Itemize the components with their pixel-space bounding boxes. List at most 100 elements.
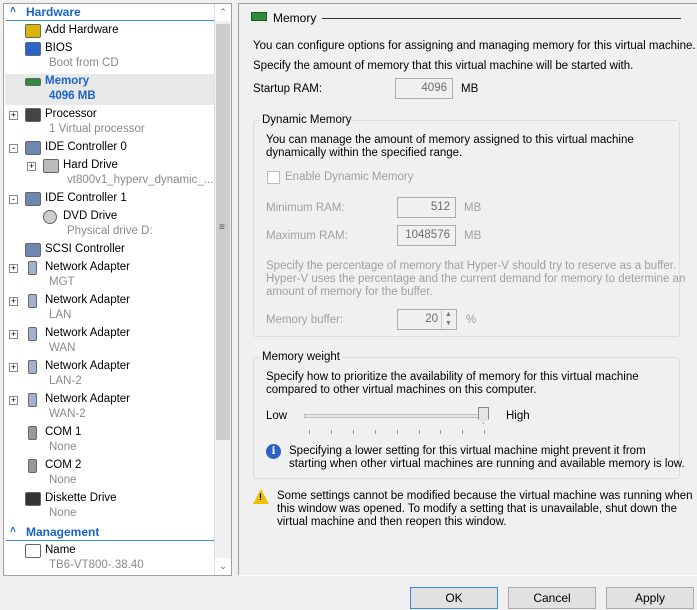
management-section-header[interactable]: Management	[26, 525, 99, 539]
expand-icon[interactable]: +	[9, 297, 18, 306]
diskette-drive-icon	[25, 492, 41, 506]
memory-weight-group: Memory weight Specify how to prioritize …	[253, 351, 685, 479]
slider-tick	[330, 430, 332, 434]
minimum-ram-input[interactable]: 512	[397, 197, 456, 218]
scsi-controller-icon	[25, 243, 41, 257]
slider-tick	[462, 430, 464, 434]
tree-item-diskette-drive[interactable]: Diskette Drive	[45, 492, 117, 504]
tree-item-dvd-drive[interactable]: DVD Drive	[63, 210, 117, 222]
startup-ram-unit: MB	[461, 83, 479, 95]
collapse-management-icon[interactable]: ˄	[10, 525, 16, 536]
maximum-ram-label: Maximum RAM:	[266, 230, 348, 242]
tree-item-add-hardware[interactable]: Add Hardware	[45, 24, 119, 36]
buffer-desc-3: amount of memory for the buffer.	[266, 286, 433, 298]
tree-item-processor[interactable]: Processor	[45, 108, 97, 120]
slider-tick	[484, 430, 486, 434]
com-port-icon	[28, 426, 37, 440]
ide-controller-icon	[25, 141, 41, 155]
tree-item-detail: vt800v1_hyperv_dynamic_...	[67, 174, 214, 186]
tree-item-detail: 4096 MB	[49, 90, 96, 102]
tree-item-com-1[interactable]: COM 1	[45, 426, 81, 438]
scroll-up-icon[interactable]: ⌃	[215, 4, 231, 21]
buffer-desc: Specify the percentage of memory that Hy…	[266, 260, 677, 272]
dynamic-desc: You can manage the amount of memory assi…	[266, 134, 634, 146]
tree-item-detail: MGT	[49, 276, 75, 288]
bios-icon	[25, 42, 41, 56]
tree-item-ide-controller-1[interactable]: IDE Controller 1	[45, 192, 127, 204]
expand-icon[interactable]: +	[9, 330, 18, 339]
collapse-icon[interactable]: -	[9, 144, 18, 153]
tree-item-network-adapter[interactable]: Network Adapter	[45, 360, 130, 372]
weight-desc: Specify how to prioritize the availabili…	[266, 371, 639, 383]
scroll-down-icon[interactable]: ⌄	[215, 558, 231, 575]
collapse-hardware-icon[interactable]: ˄	[10, 5, 16, 16]
tree-item-name[interactable]: Name	[45, 544, 76, 556]
tree-item-network-adapter[interactable]: Network Adapter	[45, 327, 130, 339]
grip-icon: ≡	[219, 222, 225, 233]
tree-item-memory[interactable]: Memory	[45, 75, 89, 87]
expand-icon[interactable]: +	[9, 363, 18, 372]
tree-item-detail: Boot from CD	[49, 57, 119, 69]
tree-item-bios[interactable]: BIOS	[45, 42, 72, 54]
startup-desc: Specify the amount of memory that this v…	[253, 60, 634, 72]
tree-scrollbar[interactable]: ⌃ ≡ ⌄	[214, 4, 231, 575]
dvd-drive-icon	[43, 210, 57, 224]
slider-tick	[352, 430, 354, 434]
spinner-arrows-icon[interactable]: ▲ ▼	[441, 310, 455, 329]
warning-icon-mark: !	[259, 492, 262, 502]
slider-tick	[396, 430, 398, 434]
add-hardware-icon	[25, 24, 41, 38]
tree-item-scsi-controller[interactable]: SCSI Controller	[45, 243, 125, 255]
tree-item-detail: WAN-2	[49, 408, 86, 420]
name-icon	[25, 544, 41, 558]
dynamic-memory-group: Dynamic Memory You can manage the amount…	[253, 114, 685, 337]
tree-item-detail: 1 Virtual processor	[49, 123, 145, 135]
network-adapter-icon	[28, 294, 37, 308]
collapse-icon[interactable]: -	[9, 195, 18, 204]
tree-item-ide-controller-0[interactable]: IDE Controller 0	[45, 141, 127, 153]
expand-icon[interactable]: +	[9, 111, 18, 120]
minimum-ram-unit: MB	[464, 202, 482, 214]
warning-text: Some settings cannot be modified because…	[277, 490, 693, 502]
com-port-icon	[28, 459, 37, 473]
low-label: Low	[266, 410, 288, 422]
memory-weight-slider[interactable]	[304, 414, 488, 418]
high-label: High	[506, 410, 530, 422]
apply-button[interactable]: Apply	[606, 587, 694, 609]
buffer-desc-2: Hyper-V uses the percentage and the curr…	[266, 273, 686, 285]
slider-tick	[440, 430, 442, 434]
tree-item-network-adapter[interactable]: Network Adapter	[45, 261, 130, 273]
hardware-section-header[interactable]: Hardware	[26, 5, 81, 19]
expand-icon[interactable]: +	[9, 396, 18, 405]
section-divider	[6, 20, 214, 21]
expand-icon[interactable]: +	[9, 264, 18, 273]
info-text-2: starting when other virtual machines are…	[289, 458, 685, 470]
intro-text: You can configure options for assigning …	[253, 40, 696, 52]
tree-item-detail: LAN-2	[49, 375, 82, 387]
tree-item-network-adapter[interactable]: Network Adapter	[45, 393, 130, 405]
maximum-ram-input[interactable]: 1048576	[397, 225, 456, 246]
tree-item-detail: None	[49, 507, 77, 519]
startup-ram-input[interactable]: 4096	[395, 78, 453, 99]
tree-item-detail: WAN	[49, 342, 76, 354]
expand-icon[interactable]: +	[27, 162, 36, 171]
slider-tick	[309, 430, 310, 434]
ok-button[interactable]: OK	[410, 587, 498, 609]
memory-icon	[25, 78, 41, 86]
enable-dynamic-memory-checkbox[interactable]	[267, 171, 280, 184]
network-adapter-icon	[28, 360, 37, 374]
network-adapter-icon	[28, 261, 37, 275]
startup-ram-label: Startup RAM:	[253, 83, 323, 95]
slider-tick	[418, 430, 420, 434]
dynamic-desc-2: dynamically within the specified range.	[266, 147, 463, 159]
tree-item-hard-drive[interactable]: Hard Drive	[63, 159, 118, 171]
title-divider	[322, 18, 681, 19]
memory-settings-panel: Memory You can configure options for ass…	[238, 3, 697, 576]
tree-item-network-adapter[interactable]: Network Adapter	[45, 294, 130, 306]
slider-thumb[interactable]	[478, 407, 489, 424]
network-adapter-icon	[28, 393, 37, 407]
memory-weight-title: Memory weight	[260, 351, 342, 363]
cancel-button[interactable]: Cancel	[508, 587, 596, 609]
maximum-ram-unit: MB	[464, 230, 482, 242]
tree-item-com-2[interactable]: COM 2	[45, 459, 81, 471]
